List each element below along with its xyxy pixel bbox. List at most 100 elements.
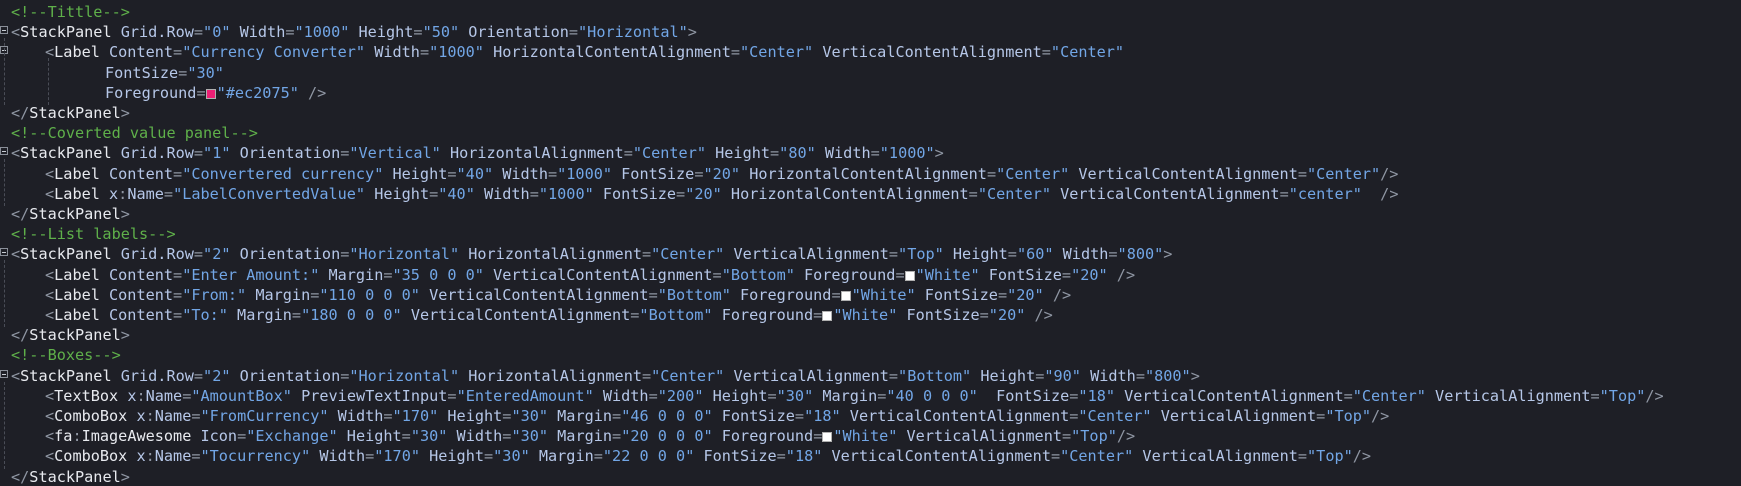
code-text: <!--Tittle-->: [11, 2, 130, 22]
xml-attribute-value: "Center": [1050, 43, 1125, 62]
xml-punctuation: =: [888, 366, 899, 385]
xml-attribute-name: PreviewTextInput: [291, 386, 448, 405]
xml-attribute-value: "180 0 0 0": [301, 306, 402, 324]
code-line[interactable]: <StackPanel Grid.Row="2" Orientation="Ho…: [0, 244, 1741, 264]
fold-gutter: [0, 366, 10, 386]
fold-gutter: [0, 22, 10, 42]
xml-attribute-value: "Center": [1352, 386, 1426, 405]
collapse-icon[interactable]: [0, 147, 8, 156]
xml-attribute-name: VerticalContentAlignment: [822, 447, 1051, 466]
code-line[interactable]: <StackPanel Grid.Row="0" Width="1000" He…: [0, 22, 1741, 42]
code-line[interactable]: Foreground= "#ec2075" />: [0, 83, 1741, 103]
color-swatch-icon[interactable]: [904, 270, 915, 281]
xml-punctuation: </: [11, 467, 30, 486]
code-line[interactable]: FontSize="30": [0, 63, 1741, 83]
fold-gutter: [0, 184, 10, 204]
color-swatch-icon[interactable]: [840, 290, 851, 301]
code-editor[interactable]: <!--Tittle--> <StackPanel Grid.Row="0" Wi…: [0, 0, 1741, 486]
code-line[interactable]: <TextBox x:Name="AmountBox" PreviewTextI…: [0, 386, 1741, 406]
xml-attribute-value: "1000": [557, 164, 613, 183]
xml-tag-name: Label: [54, 265, 100, 284]
xml-attribute-value: "18": [1078, 386, 1115, 405]
indent-guide: [48, 58, 49, 105]
xml-punctuation: =: [484, 447, 494, 466]
code-line[interactable]: <ComboBox x:Name="FromCurrency" Width="1…: [0, 406, 1741, 426]
xml-attribute-name: Height: [971, 366, 1036, 385]
code-line[interactable]: </StackPanel>: [0, 103, 1741, 123]
code-line[interactable]: <!--Coverted value panel-->: [0, 123, 1741, 143]
code-line[interactable]: <fa:ImageAwesome Icon="Exchange" Height=…: [0, 426, 1741, 446]
code-text: <Label Content="From:" Margin="110 0 0 0…: [45, 285, 1071, 305]
xml-attribute-value: "center": [1288, 184, 1362, 203]
xml-attribute-value: "200": [657, 386, 704, 405]
xml-attribute-name: FontSize: [612, 164, 695, 183]
xml-punctuation: =: [193, 144, 204, 163]
code-line[interactable]: <!--Boxes-->: [0, 345, 1741, 365]
code-text: <StackPanel Grid.Row="1" Orientation="Ve…: [11, 143, 944, 163]
xml-attribute-name: Margin: [227, 306, 292, 324]
code-line[interactable]: </StackPanel>: [0, 204, 1741, 224]
xml-attribute-name: Orientation: [459, 23, 569, 42]
xml-punctuation: />: [1043, 285, 1072, 304]
xml-punctuation: =: [1007, 245, 1017, 264]
xml-attribute-name: FontSize: [694, 447, 777, 466]
code-line[interactable]: <Label x:Name="LabelConvertedValue" Heig…: [0, 184, 1741, 204]
xml-attribute-name: Height: [706, 144, 771, 163]
xml-punctuation: />: [1380, 164, 1399, 183]
xml-attribute-name: FontSize: [977, 386, 1070, 405]
xml-attribute-value: "FromCurrency": [200, 407, 329, 425]
xml-attribute-name: Margin: [246, 285, 311, 304]
indent-guide: [4, 159, 5, 206]
xml-attribute-name: Width: [1053, 245, 1109, 264]
xml-punctuation: />: [298, 83, 327, 102]
collapse-icon[interactable]: [0, 26, 8, 35]
code-line[interactable]: <StackPanel Grid.Row="2" Orientation="Ho…: [0, 366, 1741, 386]
code-text: <!--Coverted value panel-->: [11, 123, 258, 143]
code-line[interactable]: <!--List labels-->: [0, 224, 1741, 244]
xml-attribute-name: Width: [230, 23, 286, 42]
color-swatch-icon[interactable]: [822, 432, 833, 443]
xml-punctuation: =: [831, 285, 841, 304]
xml-attribute-value: "AmountBox": [191, 386, 292, 405]
code-line[interactable]: <Label Content="Currency Converter" Widt…: [0, 42, 1741, 62]
xml-attribute-value: "30": [187, 63, 224, 82]
xml-attribute-name: VerticalAlignment: [1133, 447, 1298, 466]
code-line[interactable]: <Label Content="From:" Margin="110 0 0 0…: [0, 285, 1741, 305]
code-text: </StackPanel>: [11, 204, 130, 224]
code-line[interactable]: <Label Content="Convertered currency" He…: [0, 164, 1741, 184]
xml-attribute-value: "Top": [1307, 447, 1353, 466]
xml-punctuation: =: [413, 23, 423, 42]
collapse-icon[interactable]: [0, 248, 8, 257]
xml-attribute-value: "80": [779, 144, 816, 163]
color-swatch-icon[interactable]: [822, 311, 833, 321]
code-line[interactable]: </StackPanel>: [0, 467, 1741, 486]
xml-attribute-name: Content: [99, 164, 174, 183]
xml-attribute-name: VerticalContentAlignment: [1115, 386, 1344, 405]
xml-attribute-value: "20": [685, 184, 722, 203]
xml-attribute-value: "18": [804, 407, 841, 425]
xml-attribute-value: "Center": [1307, 164, 1381, 183]
xml-attribute-name: Width: [593, 386, 649, 405]
code-line[interactable]: <ComboBox x:Name="Tocurrency" Width="170…: [0, 446, 1741, 466]
code-line[interactable]: <Label Content="Enter Amount:" Margin="3…: [0, 265, 1741, 285]
fold-gutter: [0, 123, 10, 143]
xml-punctuation: =: [612, 427, 622, 446]
xml-attribute-name: FontSize: [105, 63, 179, 82]
xml-attribute-value: "Center": [740, 43, 814, 62]
xml-attribute-name: Width: [474, 184, 530, 203]
code-line[interactable]: <StackPanel Grid.Row="1" Orientation="Ve…: [0, 143, 1741, 163]
xml-punctuation: =: [1316, 407, 1326, 425]
xml-attribute-value: "20 0 0 0": [621, 427, 713, 446]
collapse-icon[interactable]: [0, 369, 8, 378]
code-line[interactable]: <Label Content="To:" Margin="180 0 0 0" …: [0, 305, 1741, 325]
xml-punctuation: =: [888, 245, 899, 264]
code-line[interactable]: </StackPanel>: [0, 325, 1741, 345]
fold-gutter: [0, 204, 10, 224]
xml-attribute-name: x: [127, 407, 146, 425]
xml-punctuation: =: [1035, 366, 1045, 385]
code-line[interactable]: <!--Tittle-->: [0, 2, 1741, 22]
xml-punctuation: />: [1352, 447, 1372, 466]
xml-tag-name: ComboBox: [54, 447, 128, 466]
color-swatch-icon[interactable]: [205, 88, 216, 99]
xml-punctuation: />: [1371, 407, 1390, 425]
